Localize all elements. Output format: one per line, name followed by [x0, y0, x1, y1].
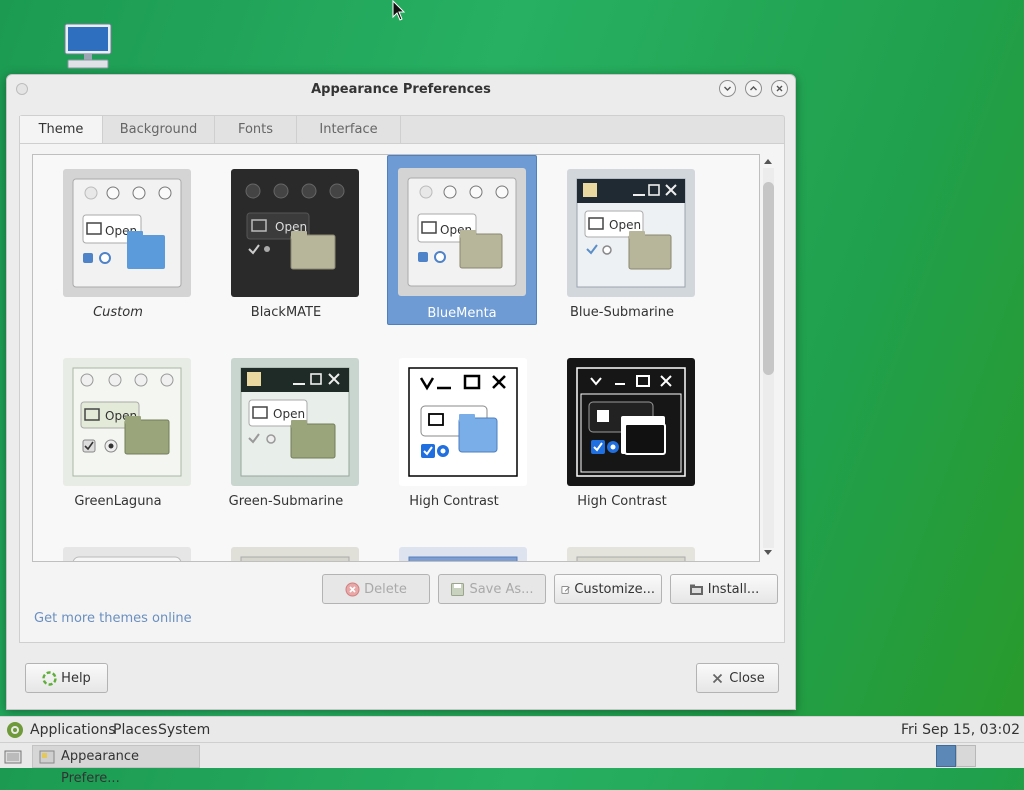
menu-panel: Applications Places System Fri Sep 15, 0…	[0, 717, 1024, 743]
titlebar[interactable]: Appearance Preferences	[7, 75, 795, 105]
theme-name: BlueMenta	[427, 306, 497, 321]
close-icon	[713, 673, 723, 683]
show-desktop-icon[interactable]	[4, 749, 22, 765]
help-icon	[42, 670, 57, 686]
theme-item-partial[interactable]	[43, 535, 193, 561]
close-window-button[interactable]	[771, 80, 788, 97]
tab-fonts[interactable]: Fonts	[215, 116, 297, 144]
taskbar-item-appearance[interactable]: Appearance Prefere...	[32, 745, 200, 786]
theme-item-partial[interactable]	[211, 535, 361, 561]
theme-thumbnail	[63, 547, 191, 561]
mate-logo-icon[interactable]	[6, 721, 24, 739]
minimize-button[interactable]	[719, 80, 736, 97]
theme-name: GreenLaguna	[74, 494, 162, 509]
window-title: Appearance Preferences	[311, 82, 491, 97]
appearance-app-icon	[39, 750, 55, 764]
tab-bar: Theme Background Fonts Interface	[19, 115, 785, 146]
chevron-down-icon	[724, 86, 731, 91]
theme-item-high-contrast[interactable]: High Contrast	[379, 346, 529, 516]
tab-interface[interactable]: Interface	[297, 116, 401, 144]
theme-item-custom[interactable]: Open Custom	[43, 157, 193, 327]
close-icon	[776, 85, 783, 92]
theme-thumbnail: Open	[398, 168, 526, 296]
theme-thumbnail	[567, 358, 695, 486]
workspace-switcher-2[interactable]	[956, 745, 976, 767]
get-more-themes-link[interactable]: Get more themes online	[34, 611, 192, 626]
theme-item-green-submarine[interactable]: Open Green-Submarine	[211, 346, 361, 516]
applications-menu[interactable]: Applications	[30, 722, 116, 738]
system-menu[interactable]: System	[158, 722, 210, 738]
edit-icon	[561, 585, 570, 594]
computer-desktop-icon[interactable]	[62, 22, 114, 70]
help-label: Help	[61, 670, 91, 686]
theme-list-scrollbar[interactable]	[762, 154, 774, 562]
scroll-up-icon[interactable]	[763, 156, 773, 166]
workspace-switcher-1[interactable]	[936, 745, 956, 767]
theme-item-high-contrast-inverse[interactable]: High Contrast	[547, 346, 697, 516]
theme-name: Custom	[93, 305, 143, 320]
bottom-panel: Applications Places System Fri Sep 15, 0…	[0, 716, 1024, 786]
theme-thumbnail: Open	[567, 169, 695, 297]
theme-list[interactable]: Open Custom Open BlackMATE Open BlueMent…	[32, 154, 760, 562]
theme-item-blue-submarine[interactable]: Open Blue-Submarine	[547, 157, 697, 327]
close-label: Close	[729, 670, 765, 686]
preferences-notebook: Theme Background Fonts Interface Open Cu…	[19, 115, 785, 643]
tab-theme[interactable]: Theme	[19, 116, 103, 146]
scroll-down-icon[interactable]	[763, 548, 773, 558]
places-menu[interactable]: Places	[113, 722, 158, 738]
theme-item-partial[interactable]	[547, 535, 697, 561]
folder-icon	[689, 584, 703, 595]
theme-thumbnail: Open	[63, 169, 191, 297]
install-button[interactable]: Install...	[670, 574, 778, 604]
clock[interactable]: Fri Sep 15, 03:02	[901, 722, 1020, 738]
thumb-open-text: Open	[609, 218, 641, 232]
appearance-preferences-window: Appearance Preferences Theme Background …	[6, 74, 796, 710]
theme-thumbnail	[399, 358, 527, 486]
theme-item-bluementa[interactable]: Open BlueMenta	[387, 155, 537, 325]
theme-thumbnail	[567, 547, 695, 561]
theme-thumbnail	[231, 547, 359, 561]
tab-background[interactable]: Background	[103, 116, 215, 144]
theme-item-partial[interactable]	[379, 535, 529, 561]
close-button[interactable]: Close	[696, 663, 779, 693]
theme-name: Green-Submarine	[228, 494, 344, 509]
maximize-button[interactable]	[745, 80, 762, 97]
thumb-open-text: Open	[273, 407, 305, 421]
theme-thumbnail: Open	[231, 358, 359, 486]
install-label: Install...	[707, 581, 760, 597]
scrollbar-thumb[interactable]	[763, 182, 774, 375]
theme-page: Open Custom Open BlackMATE Open BlueMent…	[19, 143, 785, 643]
theme-name: BlackMATE	[250, 305, 322, 320]
delete-icon	[345, 582, 360, 596]
save-as-label: Save As...	[469, 581, 534, 597]
theme-item-blackmate[interactable]: Open BlackMATE	[211, 157, 361, 327]
delete-label: Delete	[364, 581, 407, 597]
theme-name: High Contrast	[577, 494, 667, 509]
chevron-up-icon	[750, 86, 757, 91]
mouse-cursor-icon	[392, 0, 406, 22]
customize-label: Customize...	[574, 581, 655, 597]
delete-button[interactable]: Delete	[322, 574, 430, 604]
customize-button[interactable]: Customize...	[554, 574, 662, 604]
theme-item-greenlaguna[interactable]: Open GreenLaguna	[43, 346, 193, 516]
theme-thumbnail: Open	[231, 169, 359, 297]
theme-thumbnail: Open	[63, 358, 191, 486]
help-button[interactable]: Help	[25, 663, 108, 693]
theme-name: High Contrast	[409, 494, 499, 509]
save-as-button[interactable]: Save As...	[438, 574, 546, 604]
theme-thumbnail	[399, 547, 527, 561]
save-icon	[451, 582, 465, 596]
theme-name: Blue-Submarine	[569, 305, 675, 320]
